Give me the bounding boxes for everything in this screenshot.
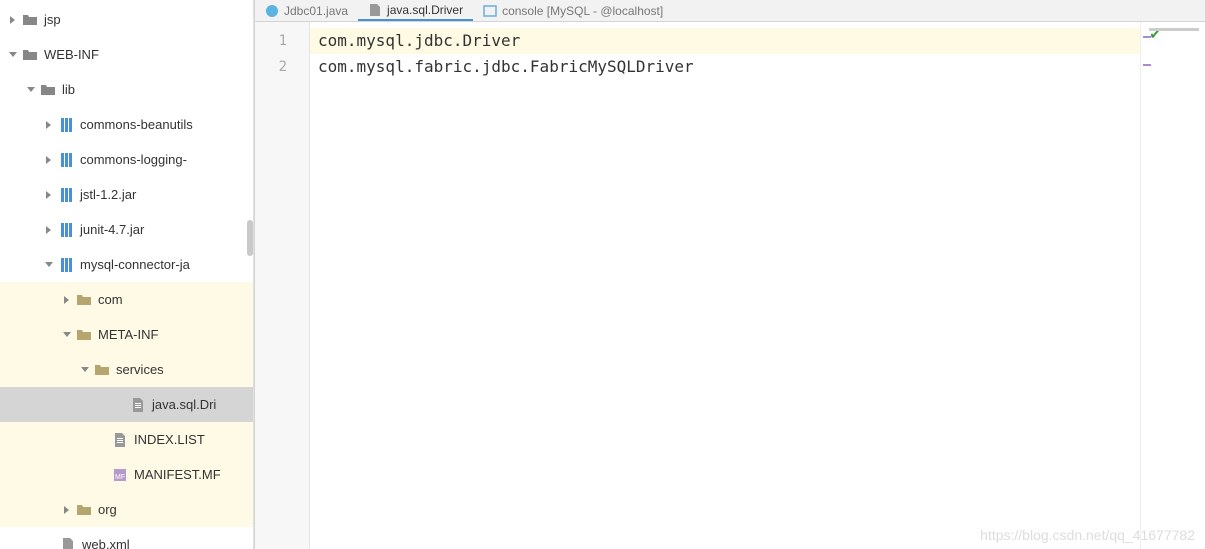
tree-node-beanutils[interactable]: commons-beanutils: [0, 107, 253, 142]
tree-label: com: [98, 292, 123, 307]
marker-icon: [1143, 64, 1151, 66]
folder-icon: [40, 82, 56, 98]
jar-icon: [58, 222, 74, 238]
file-icon: [130, 397, 146, 413]
editor-body: 1 2 com.mysql.jdbc.Driver com.mysql.fabr…: [255, 22, 1205, 549]
chevron-right-icon: [44, 120, 54, 130]
file-icon: [368, 3, 382, 17]
chevron-right-icon: [44, 155, 54, 165]
tree-label: web.xml: [82, 537, 130, 549]
jar-icon: [58, 257, 74, 273]
file-icon: [60, 537, 76, 549]
tree-node-manifest[interactable]: MF MANIFEST.MF: [0, 457, 253, 492]
minimap-mark: [1149, 28, 1199, 31]
tree-label: MANIFEST.MF: [134, 467, 221, 482]
tab-driver[interactable]: java.sql.Driver: [358, 0, 473, 21]
scrollbar-handle[interactable]: [247, 220, 253, 256]
chevron-right-icon: [44, 190, 54, 200]
code-line: com.mysql.jdbc.Driver: [310, 28, 1140, 54]
folder-icon: [22, 12, 38, 28]
tree-label: org: [98, 502, 117, 517]
chevron-down-icon: [44, 260, 54, 270]
tree-node-lib[interactable]: lib: [0, 72, 253, 107]
marker-icon: [1143, 36, 1151, 38]
tree-node-logging[interactable]: commons-logging-: [0, 142, 253, 177]
line-number-gutter: 1 2: [255, 22, 310, 549]
jar-icon: [58, 117, 74, 133]
tree-node-indexlist[interactable]: INDEX.LIST: [0, 422, 253, 457]
java-file-icon: [265, 4, 279, 18]
code-area[interactable]: com.mysql.jdbc.Driver com.mysql.fabric.j…: [310, 22, 1140, 549]
console-icon: [483, 4, 497, 18]
tree-label: mysql-connector-ja: [80, 257, 190, 272]
tree-node-jstl[interactable]: jstl-1.2.jar: [0, 177, 253, 212]
svg-text:MF: MF: [115, 474, 125, 481]
chevron-right-icon: [8, 15, 18, 25]
folder-icon: [76, 327, 92, 343]
tree-node-com[interactable]: com: [0, 282, 253, 317]
tree-label: INDEX.LIST: [134, 432, 205, 447]
chevron-right-icon: [62, 295, 72, 305]
project-tree-panel[interactable]: jsp WEB-INF lib commons-beanutils co: [0, 0, 254, 549]
editor-tabs: Jdbc01.java java.sql.Driver console [MyS…: [255, 0, 1205, 22]
tree-label: META-INF: [98, 327, 158, 342]
chevron-down-icon: [8, 50, 18, 60]
folder-icon: [94, 362, 110, 378]
line-number: 1: [255, 28, 309, 54]
jar-icon: [58, 187, 74, 203]
folder-icon: [76, 502, 92, 518]
tree-node-jsp[interactable]: jsp: [0, 2, 253, 37]
tree-label: commons-beanutils: [80, 117, 193, 132]
tree-label: jstl-1.2.jar: [80, 187, 136, 202]
line-number: 2: [255, 54, 309, 80]
chevron-down-icon: [26, 85, 36, 95]
chevron-down-icon: [62, 330, 72, 340]
editor-panel: Jdbc01.java java.sql.Driver console [MyS…: [254, 0, 1205, 549]
tree-label: WEB-INF: [44, 47, 99, 62]
jar-icon: [58, 152, 74, 168]
chevron-down-icon: [80, 365, 90, 375]
tree-label: commons-logging-: [80, 152, 187, 167]
tree-node-services[interactable]: services: [0, 352, 253, 387]
watermark-text: https://blog.csdn.net/qq_41677782: [980, 527, 1195, 543]
tree-label: jsp: [44, 12, 61, 27]
tree-node-junit[interactable]: junit-4.7.jar: [0, 212, 253, 247]
tree-node-org[interactable]: org: [0, 492, 253, 527]
tree-label: java.sql.Dri: [152, 397, 216, 412]
tab-label: java.sql.Driver: [387, 3, 463, 17]
tab-label: console [MySQL - @localhost]: [502, 4, 663, 18]
chevron-right-icon: [62, 505, 72, 515]
tree-node-mysql[interactable]: mysql-connector-ja: [0, 247, 253, 282]
manifest-icon: MF: [112, 467, 128, 483]
code-line: com.mysql.fabric.jdbc.FabricMySQLDriver: [318, 54, 1140, 80]
chevron-right-icon: [44, 225, 54, 235]
folder-icon: [22, 47, 38, 63]
tab-label: Jdbc01.java: [284, 4, 348, 18]
tree-node-metainf[interactable]: META-INF: [0, 317, 253, 352]
tree-node-webinf[interactable]: WEB-INF: [0, 37, 253, 72]
file-icon: [112, 432, 128, 448]
editor-right-gutter: ✔: [1140, 22, 1205, 549]
tab-console[interactable]: console [MySQL - @localhost]: [473, 0, 673, 21]
tab-jdbc01[interactable]: Jdbc01.java: [255, 0, 358, 21]
project-tree: jsp WEB-INF lib commons-beanutils co: [0, 0, 253, 549]
folder-icon: [76, 292, 92, 308]
tree-label: lib: [62, 82, 75, 97]
tree-node-webxml[interactable]: web.xml: [0, 527, 253, 549]
tree-node-java-sql-driver[interactable]: java.sql.Dri: [0, 387, 253, 422]
tree-label: services: [116, 362, 164, 377]
tree-label: junit-4.7.jar: [80, 222, 144, 237]
